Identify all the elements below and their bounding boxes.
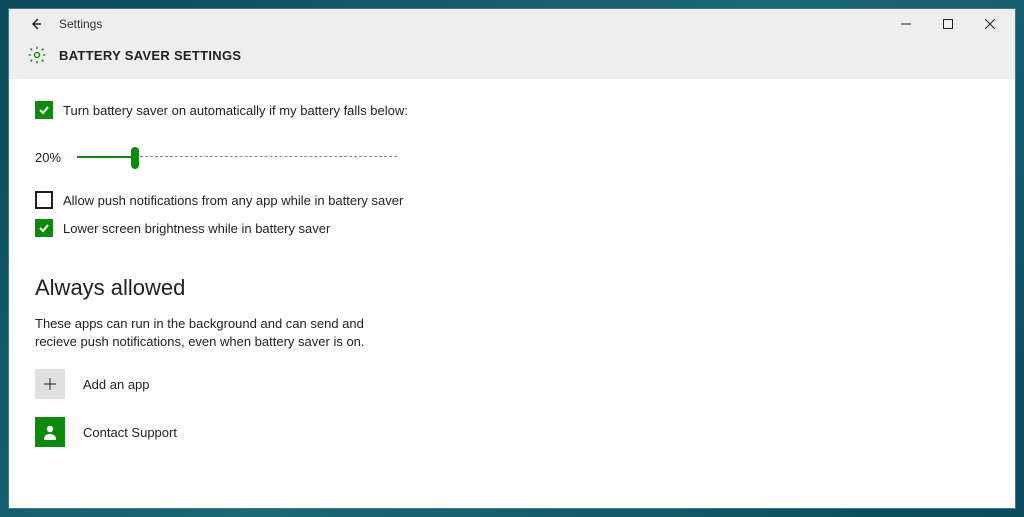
- minimize-icon: [901, 19, 911, 29]
- page-header: BATTERY SAVER SETTINGS: [9, 39, 1015, 79]
- close-icon: [985, 19, 995, 29]
- auto-enable-label: Turn battery saver on automatically if m…: [63, 103, 408, 118]
- app-item-contact-support[interactable]: Contact Support: [35, 417, 989, 447]
- lower-brightness-checkbox[interactable]: [35, 219, 53, 237]
- threshold-value: 20%: [35, 150, 65, 165]
- add-app-tile: [35, 369, 65, 399]
- checkmark-icon: [38, 104, 50, 116]
- allow-push-checkbox[interactable]: [35, 191, 53, 209]
- window-title: Settings: [59, 17, 102, 31]
- allow-push-label: Allow push notifications from any app wh…: [63, 193, 403, 208]
- auto-enable-row: Turn battery saver on automatically if m…: [35, 101, 989, 119]
- back-arrow-icon: [29, 17, 43, 31]
- add-app-label: Add an app: [83, 377, 150, 392]
- titlebar: Settings: [9, 9, 1015, 39]
- plus-icon: [43, 377, 57, 391]
- always-allowed-description: These apps can run in the background and…: [35, 315, 395, 351]
- auto-enable-checkbox[interactable]: [35, 101, 53, 119]
- slider-track-filled: [77, 156, 135, 158]
- checkmark-icon: [38, 222, 50, 234]
- content-area: Turn battery saver on automatically if m…: [9, 79, 1015, 508]
- back-button[interactable]: [27, 15, 45, 33]
- slider-thumb[interactable]: [131, 147, 139, 169]
- threshold-slider[interactable]: [77, 147, 397, 167]
- maximize-button[interactable]: [927, 10, 969, 38]
- settings-window: Settings BATTERY SAVER SETTINGS Turn bat…: [8, 8, 1016, 509]
- gear-icon: [27, 45, 47, 65]
- threshold-row: 20%: [35, 147, 989, 167]
- minimize-button[interactable]: [885, 10, 927, 38]
- lower-brightness-row: Lower screen brightness while in battery…: [35, 219, 989, 237]
- add-app-row[interactable]: Add an app: [35, 369, 989, 399]
- lower-brightness-label: Lower screen brightness while in battery…: [63, 221, 330, 236]
- allow-push-row: Allow push notifications from any app wh…: [35, 191, 989, 209]
- always-allowed-heading: Always allowed: [35, 275, 989, 301]
- person-icon: [41, 423, 59, 441]
- close-button[interactable]: [969, 10, 1011, 38]
- page-title: BATTERY SAVER SETTINGS: [59, 48, 241, 63]
- contact-support-tile: [35, 417, 65, 447]
- maximize-icon: [943, 19, 953, 29]
- slider-track-rest: [135, 156, 397, 158]
- app-item-label: Contact Support: [83, 425, 177, 440]
